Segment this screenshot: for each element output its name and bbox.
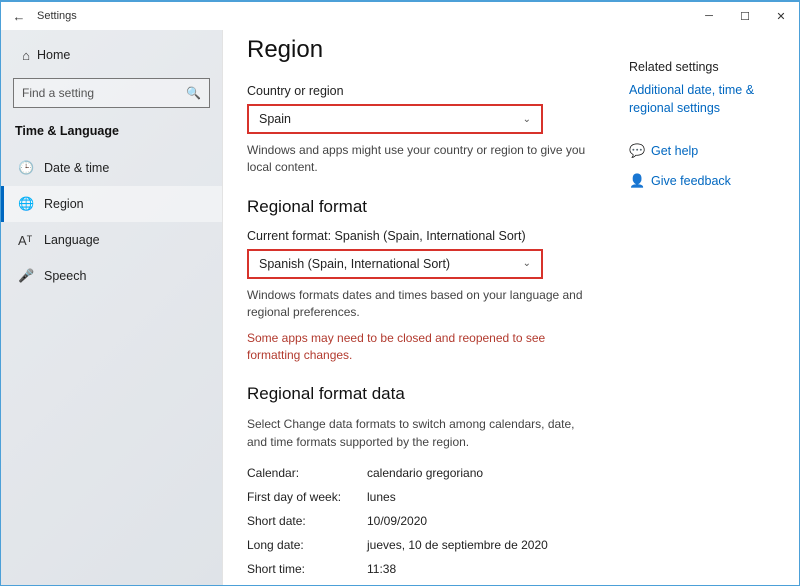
clock-icon: 🕒 xyxy=(18,160,44,176)
page-title: Region xyxy=(247,36,605,64)
back-button[interactable]: ← xyxy=(7,9,31,24)
sidebar: ⌂ Home Find a setting 🔍 Time & Language … xyxy=(1,30,223,585)
sidebar-item-region[interactable]: 🌐 Region xyxy=(1,186,222,222)
globe-icon: 🌐 xyxy=(18,196,44,212)
window-body: ⌂ Home Find a setting 🔍 Time & Language … xyxy=(1,30,799,585)
maximize-button[interactable]: ☐ xyxy=(727,2,763,30)
format-dropdown[interactable]: Spanish (Spain, International Sort) ⌄ xyxy=(247,249,543,279)
sidebar-item-label: Region xyxy=(44,197,84,211)
get-help-label: Get help xyxy=(651,144,698,158)
chevron-down-icon: ⌄ xyxy=(523,258,531,269)
minimize-button[interactable]: ─ xyxy=(691,2,727,30)
format-value: Spanish (Spain, International Sort) xyxy=(259,257,450,271)
window-controls: ─ ☐ ✕ xyxy=(691,2,799,30)
related-settings-link[interactable]: Additional date, time & regional setting… xyxy=(629,82,785,117)
related-settings-heading: Related settings xyxy=(629,60,785,74)
main: Region Country or region Spain ⌄ Windows… xyxy=(223,30,799,585)
country-dropdown[interactable]: Spain ⌄ xyxy=(247,104,543,134)
home-icon: ⌂ xyxy=(15,48,37,63)
give-feedback-label: Give feedback xyxy=(651,174,731,188)
give-feedback-link[interactable]: 👤 Give feedback xyxy=(629,173,785,189)
data-row-calendar: Calendar:calendario gregoriano xyxy=(247,461,605,485)
data-row-longdate: Long date:jueves, 10 de septiembre de 20… xyxy=(247,533,605,557)
data-row-shorttime: Short time:11:38 xyxy=(247,557,605,581)
current-format-label: Current format: Spanish (Spain, Internat… xyxy=(247,229,605,243)
format-warning: Some apps may need to be closed and reop… xyxy=(247,330,587,365)
regional-data-heading: Regional format data xyxy=(247,384,605,404)
get-help-link[interactable]: 💬 Get help xyxy=(629,143,785,159)
sidebar-item-label: Date & time xyxy=(44,161,109,175)
titlebar: ← Settings ─ ☐ ✕ xyxy=(1,2,799,30)
right-column: Related settings Additional date, time &… xyxy=(629,30,799,585)
search-placeholder: Find a setting xyxy=(22,86,94,100)
regional-data-help: Select Change data formats to switch amo… xyxy=(247,416,587,451)
window-title: Settings xyxy=(37,10,77,22)
data-row-longtime: Long time:11:38:21 xyxy=(247,581,605,585)
sidebar-home-label: Home xyxy=(37,48,70,62)
regional-data-grid: Calendar:calendario gregoriano First day… xyxy=(247,461,605,585)
country-label: Country or region xyxy=(247,84,605,98)
language-icon: Aᵀ xyxy=(18,233,44,248)
microphone-icon: 🎤 xyxy=(18,268,44,284)
sidebar-item-date-time[interactable]: 🕒 Date & time xyxy=(1,150,222,186)
content: Region Country or region Spain ⌄ Windows… xyxy=(223,30,629,585)
sidebar-home[interactable]: ⌂ Home xyxy=(1,38,222,72)
country-value: Spain xyxy=(259,112,291,126)
settings-window: ← Settings ─ ☐ ✕ ⌂ Home Find a setting 🔍… xyxy=(0,0,800,586)
search-icon: 🔍 xyxy=(186,86,201,100)
sidebar-section-label: Time & Language xyxy=(1,118,222,150)
sidebar-item-label: Language xyxy=(44,233,100,247)
regional-format-heading: Regional format xyxy=(247,197,605,217)
search-input[interactable]: Find a setting 🔍 xyxy=(13,78,210,108)
close-button[interactable]: ✕ xyxy=(763,2,799,30)
format-help: Windows formats dates and times based on… xyxy=(247,287,587,322)
data-row-shortdate: Short date:10/09/2020 xyxy=(247,509,605,533)
feedback-icon: 👤 xyxy=(629,173,651,189)
sidebar-item-language[interactable]: Aᵀ Language xyxy=(1,222,222,258)
country-help: Windows and apps might use your country … xyxy=(247,142,587,177)
sidebar-item-label: Speech xyxy=(44,269,86,283)
sidebar-item-speech[interactable]: 🎤 Speech xyxy=(1,258,222,294)
help-icon: 💬 xyxy=(629,143,651,159)
data-row-firstday: First day of week:lunes xyxy=(247,485,605,509)
chevron-down-icon: ⌄ xyxy=(523,114,531,125)
